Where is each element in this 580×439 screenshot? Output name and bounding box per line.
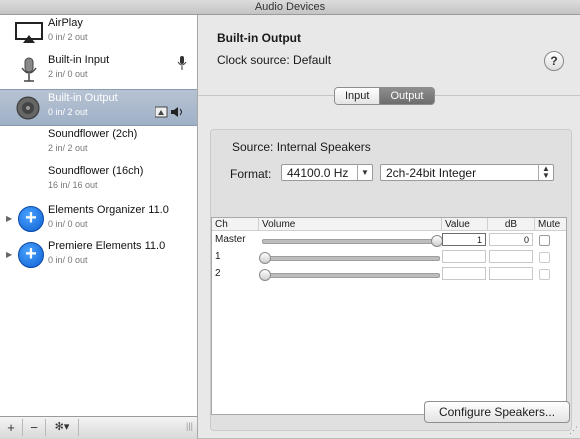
device-list: AirPlay 0 in/ 2 out Built-in Input 2 in/… bbox=[0, 15, 198, 416]
device-title: Built-in Output bbox=[217, 31, 301, 45]
device-elements-organizer[interactable]: ▶ + Elements Organizer 11.0 0 in/ 0 out bbox=[0, 202, 197, 239]
device-name: AirPlay bbox=[48, 17, 83, 29]
channel-1-value-field[interactable] bbox=[442, 250, 486, 263]
window-resize-grip-icon[interactable]: ⋰ bbox=[569, 425, 578, 436]
column-header-volume: Volume bbox=[259, 218, 442, 231]
device-io: 0 in/ 2 out bbox=[48, 107, 88, 117]
device-io: 2 in/ 0 out bbox=[48, 69, 88, 79]
airplay-icon bbox=[14, 19, 44, 47]
channel-2-db-field[interactable] bbox=[489, 267, 533, 280]
channel-label: Master bbox=[215, 234, 246, 245]
input-output-segmented-control: Input Output bbox=[334, 87, 435, 105]
device-built-in-output[interactable]: Built-in Output 0 in/ 2 out bbox=[0, 89, 197, 126]
device-soundflower-2ch[interactable]: Soundflower (2ch) 2 in/ 2 out bbox=[0, 126, 197, 163]
device-premiere-elements[interactable]: ▶ + Premiere Elements 11.0 0 in/ 0 out bbox=[0, 238, 197, 275]
column-header-db: dB bbox=[488, 218, 535, 231]
format-label: Format: bbox=[230, 167, 272, 181]
channel-2-value-field[interactable] bbox=[442, 267, 486, 280]
input-mic-icon bbox=[177, 56, 187, 73]
channel-2-mute-checkbox[interactable] bbox=[539, 269, 550, 280]
device-name: Premiere Elements 11.0 bbox=[48, 240, 166, 252]
master-volume-slider[interactable] bbox=[262, 239, 440, 244]
channel-2-volume-knob[interactable] bbox=[259, 269, 271, 281]
sample-rate-value: 44100.0 Hz bbox=[287, 166, 349, 180]
output-icons bbox=[154, 106, 185, 121]
channel-volume-table: Ch Volume Value dB Mute Master 1 0 1 2 bbox=[211, 217, 567, 415]
device-io: 0 in/ 2 out bbox=[48, 32, 88, 42]
gear-menu-button[interactable]: ✻▾ bbox=[46, 419, 79, 436]
channel-2-volume-slider[interactable] bbox=[262, 273, 440, 278]
device-io: 16 in/ 16 out bbox=[48, 180, 98, 190]
device-name: Elements Organizer 11.0 bbox=[48, 204, 169, 216]
sidebar-toolbar: + − ✻▾ ||| bbox=[0, 416, 198, 439]
help-button[interactable]: ? bbox=[544, 51, 564, 71]
resize-grip-icon[interactable]: ||| bbox=[186, 421, 193, 431]
window-title: Audio Devices bbox=[0, 0, 580, 15]
source-label: Source: Internal Speakers bbox=[232, 140, 371, 154]
plus-circle-icon: + bbox=[18, 206, 44, 232]
channel-label: 1 bbox=[215, 251, 221, 262]
clock-source: Clock source: Default bbox=[217, 53, 332, 67]
channel-1-mute-checkbox[interactable] bbox=[539, 252, 550, 263]
configure-speakers-button[interactable]: Configure Speakers... bbox=[424, 401, 570, 423]
device-name: Built-in Output bbox=[48, 92, 118, 104]
tab-output[interactable]: Output bbox=[380, 88, 434, 104]
device-airplay[interactable]: AirPlay 0 in/ 2 out bbox=[0, 15, 197, 52]
up-down-arrows-icon: ▲ ▼ bbox=[538, 165, 553, 180]
column-header-value: Value bbox=[442, 218, 488, 231]
column-header-mute: Mute bbox=[535, 218, 566, 231]
device-name: Soundflower (2ch) bbox=[48, 128, 138, 140]
add-device-button[interactable]: + bbox=[0, 419, 23, 436]
device-soundflower-16ch[interactable]: Soundflower (16ch) 16 in/ 16 out bbox=[0, 163, 197, 200]
remove-device-button[interactable]: − bbox=[23, 419, 46, 436]
device-io: 0 in/ 0 out bbox=[48, 219, 88, 229]
device-io: 0 in/ 0 out bbox=[48, 255, 88, 265]
bit-format-value: 2ch-24bit Integer bbox=[386, 166, 477, 180]
disclosure-triangle-icon[interactable]: ▶ bbox=[6, 214, 12, 223]
channel-1-db-field[interactable] bbox=[489, 250, 533, 263]
bit-format-select[interactable]: 2ch-24bit Integer ▲ ▼ bbox=[380, 164, 554, 181]
master-db-field[interactable]: 0 bbox=[489, 233, 533, 246]
tab-input[interactable]: Input bbox=[335, 88, 381, 104]
device-name: Soundflower (16ch) bbox=[48, 165, 144, 177]
master-mute-checkbox[interactable] bbox=[539, 235, 550, 246]
audio-devices-window: Audio Devices AirPlay 0 in/ 2 out Built-… bbox=[0, 0, 580, 439]
microphone-icon bbox=[14, 56, 44, 84]
disclosure-triangle-icon[interactable]: ▶ bbox=[6, 250, 12, 259]
master-value-field[interactable]: 1 bbox=[442, 233, 486, 246]
plus-circle-icon: + bbox=[18, 242, 44, 268]
sample-rate-select[interactable]: 44100.0 Hz ▼ bbox=[281, 164, 373, 181]
output-settings-panel: Source: Internal Speakers Format: 44100.… bbox=[210, 129, 572, 431]
chevron-down-icon: ▼ bbox=[357, 165, 372, 180]
channel-1-volume-knob[interactable] bbox=[259, 252, 271, 264]
device-name: Built-in Input bbox=[48, 54, 110, 66]
channel-1-volume-slider[interactable] bbox=[262, 256, 440, 261]
speaker-icon bbox=[14, 94, 44, 122]
column-header-ch: Ch bbox=[212, 218, 259, 231]
device-built-in-input[interactable]: Built-in Input 2 in/ 0 out bbox=[0, 52, 197, 89]
device-detail-pane: Built-in Output Clock source: Default ? … bbox=[198, 15, 580, 438]
channel-label: 2 bbox=[215, 268, 221, 279]
device-io: 2 in/ 2 out bbox=[48, 143, 88, 153]
